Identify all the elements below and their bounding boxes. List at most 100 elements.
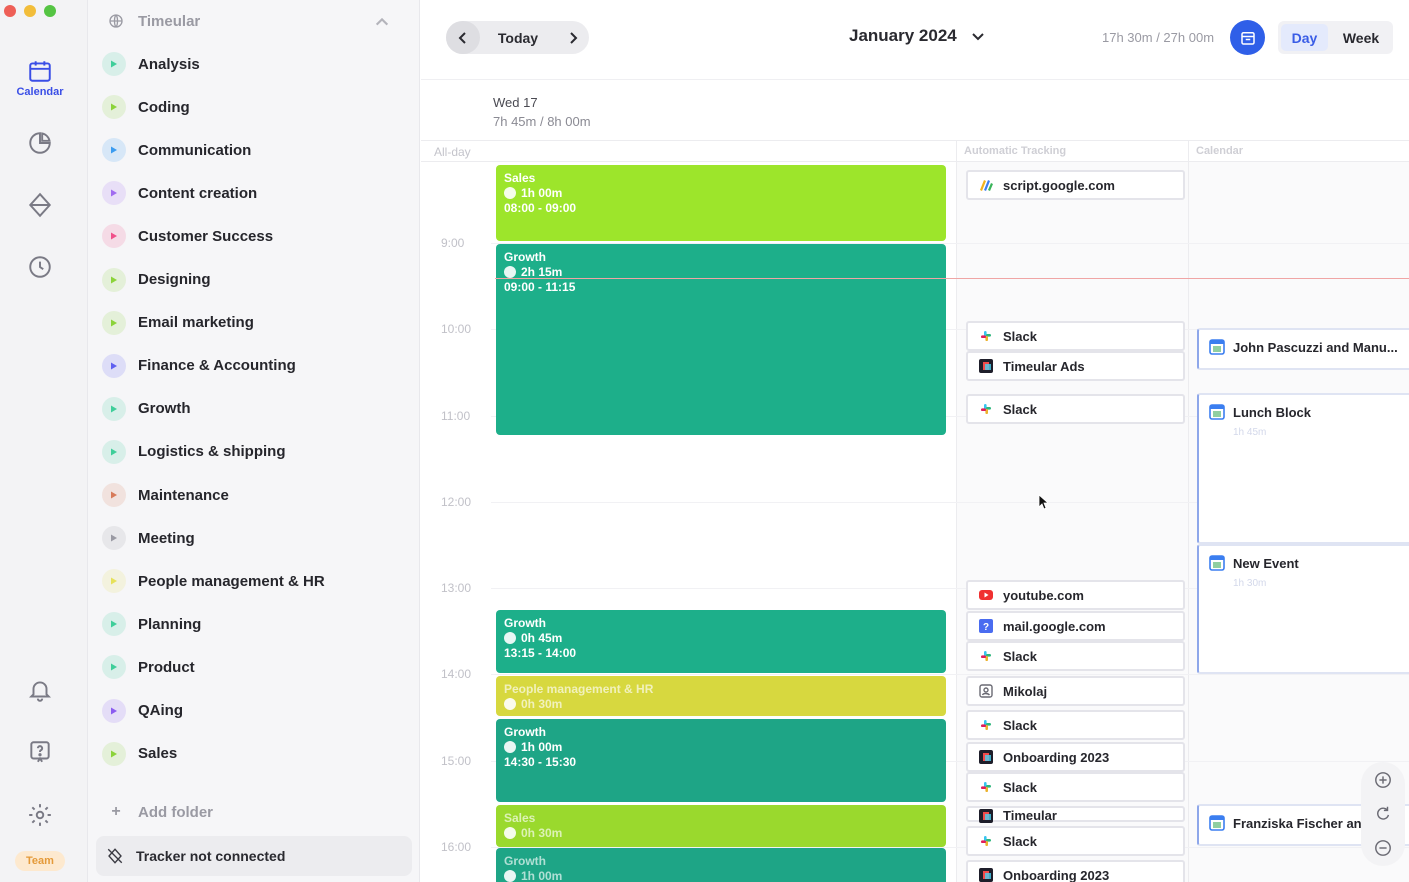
play-icon (102, 483, 126, 507)
tracking-entry[interactable]: script.google.com (966, 170, 1185, 200)
chevron-down-icon (972, 33, 984, 41)
tracking-entry[interactable]: Mikolaj (966, 676, 1185, 706)
tracking-entry[interactable]: Slack (966, 772, 1185, 802)
nav-timesheet[interactable] (14, 244, 66, 290)
activity-item[interactable]: QAing (102, 693, 402, 729)
day-view-button[interactable]: Day (1281, 24, 1328, 51)
calendar-event-title: New Event (1209, 555, 1405, 571)
activity-event[interactable]: Growth 1h 00m 14:30 - 15:30 (496, 719, 946, 802)
all-day-row[interactable]: All-day Automatic Tracking Calendar (421, 140, 1409, 162)
zoom-reset-button[interactable] (1373, 804, 1393, 824)
nav-reports[interactable] (14, 120, 66, 166)
tracking-entry-label: Timeular (1003, 808, 1057, 823)
tracking-entry[interactable]: Slack (966, 641, 1185, 671)
tracking-entry[interactable]: Timeular (966, 806, 1185, 823)
month-selector[interactable]: January 2024 (849, 26, 985, 46)
tracking-entry[interactable]: youtube.com (966, 580, 1185, 610)
activity-item[interactable]: Designing (102, 262, 402, 298)
calendar-event[interactable]: John Pascuzzi and Manu... (1197, 328, 1409, 370)
activity-event[interactable]: Sales 0h 30m (496, 805, 946, 847)
activity-item[interactable]: Maintenance (102, 477, 402, 513)
tracker-status[interactable]: Tracker not connected (96, 836, 412, 876)
tracking-entry[interactable]: Onboarding 2023 (966, 742, 1185, 772)
zoom-out-button[interactable] (1373, 838, 1393, 858)
activity-item[interactable]: Logistics & shipping (102, 434, 402, 470)
window-close-button[interactable] (4, 5, 16, 17)
activity-item[interactable]: Sales (102, 736, 402, 772)
nav-settings[interactable] (14, 792, 66, 838)
play-icon (102, 741, 126, 766)
calendar-header: Calendar (1196, 145, 1244, 157)
activity-item[interactable]: People management & HR (102, 563, 402, 599)
slack-icon (978, 328, 994, 344)
activity-item[interactable]: Email marketing (102, 305, 402, 341)
event-duration-value: 1h 00m (521, 186, 563, 200)
play-icon (102, 526, 126, 551)
next-day-button[interactable] (556, 21, 589, 54)
activity-event[interactable]: Growth 2h 15m 09:00 - 11:15 (496, 244, 946, 435)
activity-event[interactable]: Growth 0h 45m 13:15 - 14:00 (496, 610, 946, 673)
zoom-in-button[interactable] (1373, 770, 1393, 790)
activity-item[interactable]: Coding (102, 89, 402, 125)
activity-item[interactable]: Growth (102, 391, 402, 427)
tracking-entry-label: Timeular Ads (1003, 358, 1085, 374)
date-navigator: Today (446, 21, 589, 54)
tracking-entry[interactable]: Slack (966, 826, 1185, 856)
tracking-entry[interactable]: Timeular Ads (966, 351, 1185, 381)
event-time-range: 14:30 - 15:30 (504, 755, 577, 769)
event-duration-value: 2h 15m (521, 265, 563, 279)
activity-event[interactable]: People management & HR 0h 30m (496, 676, 946, 716)
event-duration: 1h 00m (504, 869, 938, 882)
activity-item[interactable]: Product (102, 649, 402, 685)
plus-icon: + (111, 803, 121, 820)
activity-item[interactable]: Analysis (102, 46, 402, 82)
tracking-entry[interactable]: ? mail.google.com (966, 611, 1185, 641)
activity-item[interactable]: Finance & Accounting (102, 348, 402, 384)
nav-help[interactable] (14, 729, 66, 775)
calendar-event[interactable]: Lunch Block 1h 45m (1197, 393, 1409, 544)
tracking-entry[interactable]: Slack (966, 710, 1185, 740)
add-folder-button[interactable]: + Add folder (106, 800, 213, 824)
activity-label: Designing (138, 271, 211, 288)
nav-calendar[interactable]: Calendar (14, 55, 66, 101)
play-icon (102, 396, 126, 421)
clock-icon (504, 741, 516, 753)
previous-day-button[interactable] (446, 21, 480, 54)
mouse-cursor-icon (1038, 494, 1048, 510)
calendar-event-duration: 1h 45m (1233, 427, 1267, 438)
tracking-entry[interactable]: Slack (966, 394, 1185, 424)
nav-notifications[interactable] (14, 667, 66, 713)
hour-line (491, 674, 1409, 675)
calendar-event[interactable]: New Event 1h 30m (1197, 544, 1409, 674)
chevron-up-icon[interactable] (374, 14, 390, 30)
activity-item[interactable]: Content creation (102, 175, 402, 211)
activity-item[interactable]: Customer Success (102, 218, 402, 254)
tracking-entry[interactable]: Onboarding 2023 (966, 860, 1185, 882)
window-zoom-button[interactable] (44, 5, 56, 17)
activity-label: Analysis (138, 55, 200, 73)
tracking-entry-label: Slack (1003, 779, 1037, 795)
activity-item[interactable]: Planning (102, 606, 402, 642)
workspace-header[interactable]: Timeular (88, 0, 420, 42)
clock-icon (504, 698, 516, 710)
play-icon (102, 569, 126, 594)
clock-icon (504, 187, 516, 199)
nav-tracker[interactable] (14, 182, 66, 228)
time-label: 10:00 (441, 322, 472, 336)
activity-label: Sales (138, 745, 178, 763)
today-button[interactable]: Today (480, 21, 556, 54)
week-view-button[interactable]: Week (1334, 24, 1388, 51)
app-icon (978, 749, 994, 765)
window-minimize-button[interactable] (24, 5, 36, 17)
view-toggle: Day Week (1278, 21, 1393, 54)
team-badge[interactable]: Team (15, 851, 65, 871)
tracking-entry[interactable]: Slack (966, 321, 1185, 351)
calendar-sync-button[interactable] (1230, 20, 1265, 55)
slack-icon (978, 717, 994, 733)
activity-event[interactable]: Growth 1h 00m (496, 848, 946, 882)
activity-event[interactable]: Sales 1h 00m 08:00 - 09:00 (496, 165, 946, 241)
activity-item[interactable]: Communication (102, 132, 402, 168)
activity-label: Meeting (138, 529, 195, 547)
activity-item[interactable]: Meeting (102, 520, 402, 556)
event-title: Sales (504, 811, 536, 825)
